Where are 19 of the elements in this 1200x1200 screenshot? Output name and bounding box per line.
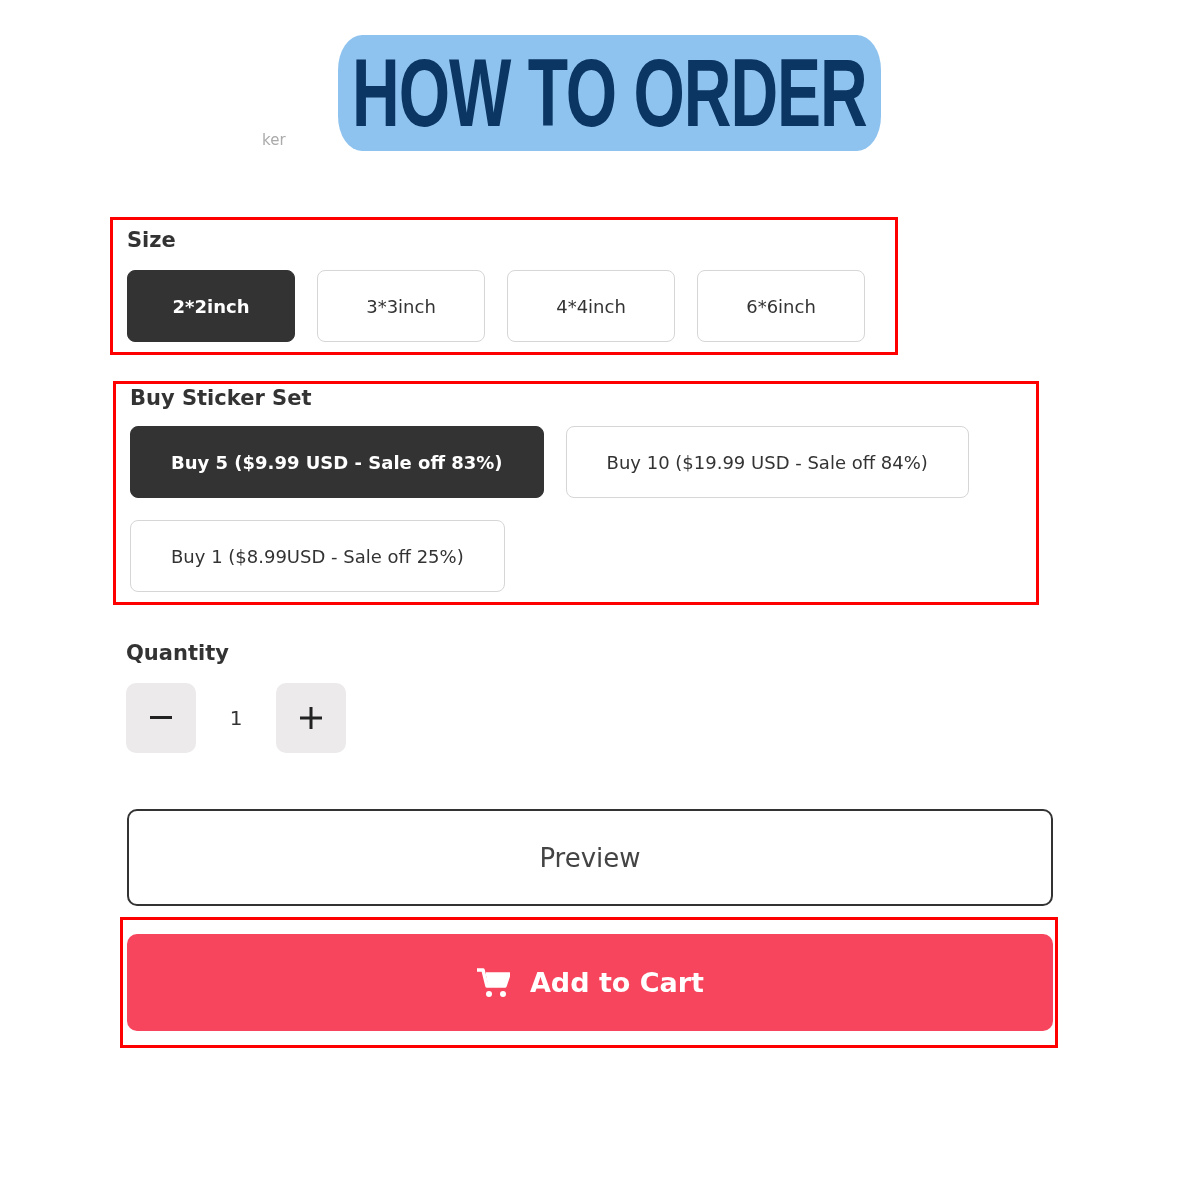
option-button[interactable]: 4*4inch xyxy=(507,270,675,342)
cart-icon xyxy=(475,966,510,999)
option-button[interactable]: 6*6inch xyxy=(697,270,865,342)
add-to-cart-button[interactable]: Add to Cart xyxy=(127,934,1053,1031)
section-label: Buy Sticker Set xyxy=(130,386,313,410)
minus-icon xyxy=(150,716,172,720)
quantity-value: 1 xyxy=(228,706,244,730)
option-button[interactable]: Buy 10 ($19.99 USD - Sale off 84%) xyxy=(565,426,969,498)
option-button[interactable]: 3*3inch xyxy=(317,270,485,342)
section-label: Size xyxy=(127,228,177,252)
option-button[interactable]: Buy 1 ($8.99USD - Sale off 25%) xyxy=(130,520,505,592)
plus-icon xyxy=(300,707,322,729)
option-button[interactable]: 2*2inch xyxy=(127,270,295,342)
option-button[interactable]: Buy 5 ($9.99 USD - Sale off 83%) xyxy=(130,426,544,498)
faded-text: ker xyxy=(262,131,287,149)
preview-button[interactable]: Preview xyxy=(127,809,1053,906)
title-banner: HOW TO ORDER xyxy=(338,35,881,151)
quantity-label: Quantity xyxy=(126,641,230,665)
increase-button[interactable] xyxy=(276,683,346,753)
